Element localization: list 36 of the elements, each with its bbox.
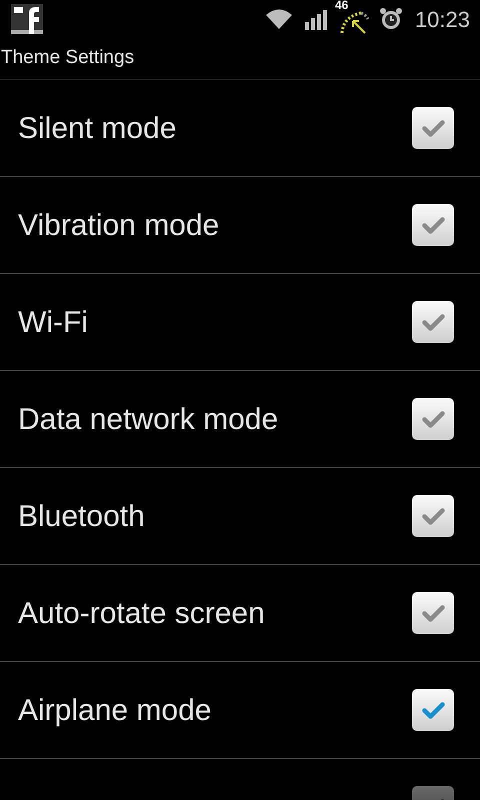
notification-icon bbox=[10, 3, 44, 35]
setting-row[interactable]: Bluetooth bbox=[0, 468, 480, 565]
setting-label: Airplane mode bbox=[18, 692, 212, 728]
setting-label: Data network mode bbox=[18, 402, 278, 438]
clock: 10:23 bbox=[414, 6, 470, 34]
setting-label: Auto-rotate screen bbox=[18, 596, 265, 632]
checkbox[interactable] bbox=[412, 398, 454, 440]
checkmark-icon bbox=[422, 508, 444, 524]
checkmark-icon bbox=[422, 702, 444, 718]
checkbox[interactable] bbox=[412, 301, 454, 343]
setting-row[interactable]: Airplane mode bbox=[0, 662, 480, 759]
setting-label: Wi-Fi bbox=[18, 304, 88, 340]
checkmark-icon bbox=[422, 314, 444, 330]
checkbox[interactable] bbox=[412, 107, 454, 149]
speed-reading: 46 bbox=[334, 0, 348, 11]
wifi-icon bbox=[264, 7, 293, 31]
checkmark-icon bbox=[422, 216, 444, 234]
alarm-icon bbox=[378, 7, 403, 31]
checkbox[interactable] bbox=[412, 689, 454, 731]
checkmark-icon bbox=[422, 120, 444, 136]
signal-icon bbox=[304, 8, 329, 30]
speedometer-icon bbox=[338, 9, 369, 35]
setting-row[interactable]: Vibration mode bbox=[0, 177, 480, 274]
checkmark-icon bbox=[422, 604, 444, 622]
screen-title: Theme Settings bbox=[0, 46, 134, 70]
setting-row[interactable]: Wi-Fi bbox=[0, 274, 480, 371]
checkbox[interactable] bbox=[412, 495, 454, 537]
checkmark-icon bbox=[422, 410, 444, 428]
setting-row[interactable]: Data network mode bbox=[0, 371, 480, 468]
setting-row[interactable]: Silent mode bbox=[0, 80, 480, 177]
setting-label: Vibration mode bbox=[18, 208, 220, 244]
checkbox[interactable] bbox=[412, 592, 454, 634]
setting-row[interactable]: Auto-rotate screen bbox=[0, 565, 480, 662]
setting-label: Silent mode bbox=[18, 110, 176, 146]
setting-label: Bluetooth bbox=[18, 498, 145, 534]
checkbox[interactable] bbox=[412, 204, 454, 246]
